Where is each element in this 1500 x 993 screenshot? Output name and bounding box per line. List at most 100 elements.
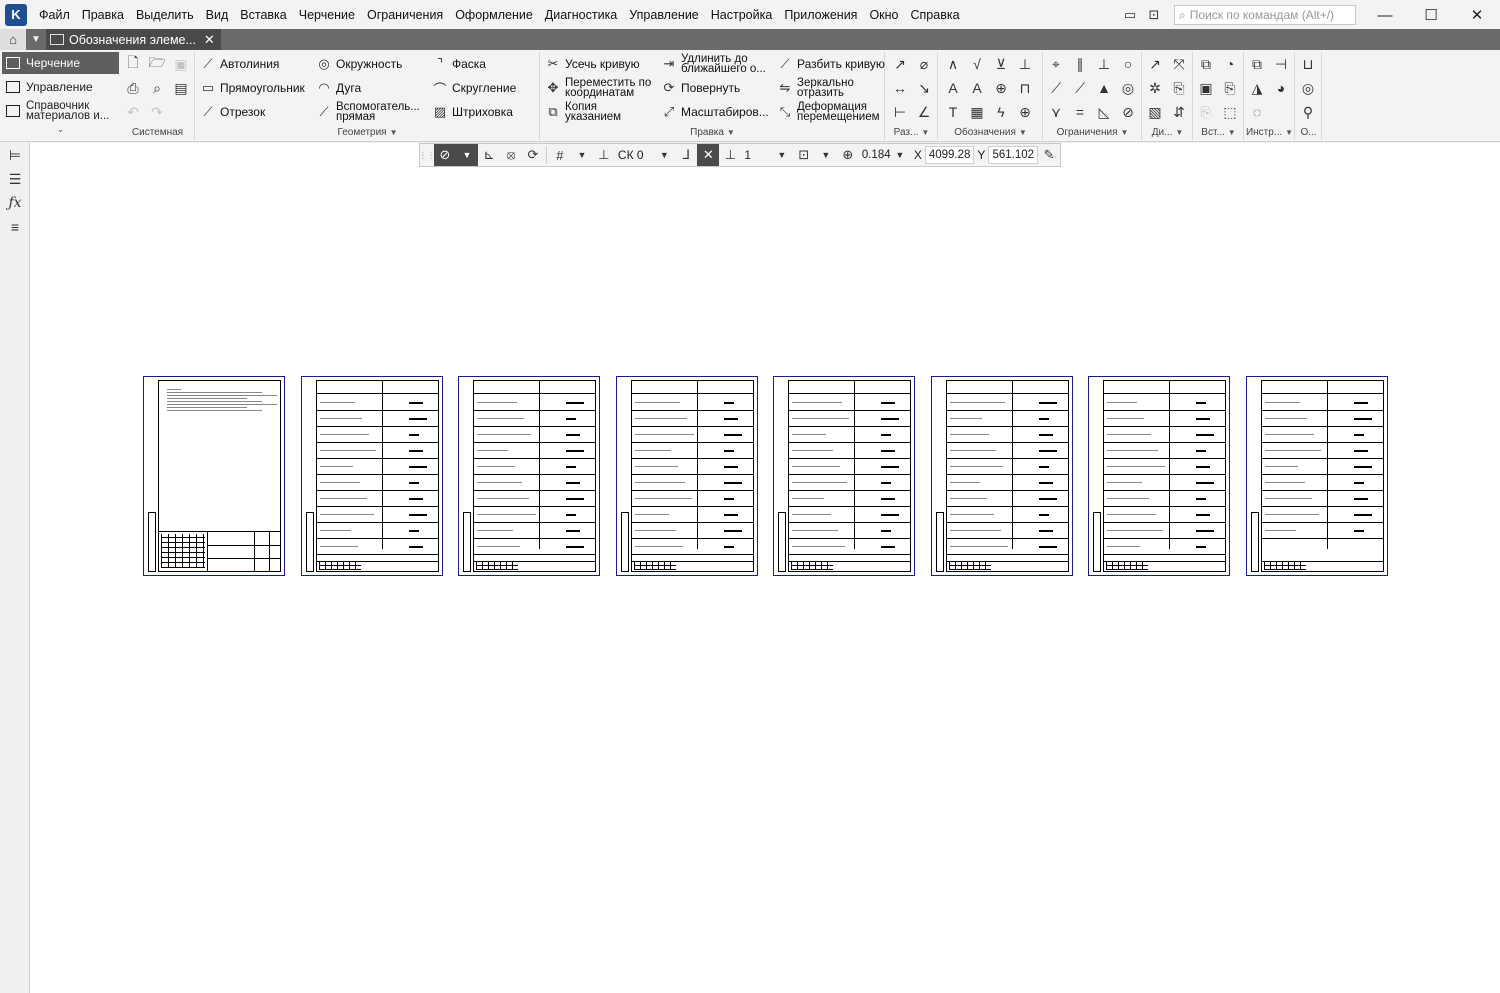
save-icon[interactable]: ▣ — [171, 54, 191, 74]
fix-point-icon[interactable]: ⌖ — [1046, 54, 1066, 74]
snap-point-icon[interactable]: ⦻ — [500, 144, 522, 166]
tangent-icon[interactable]: ○ — [1118, 54, 1138, 74]
tool-d-icon[interactable]: ◕ — [1271, 78, 1291, 98]
layout-icon[interactable]: ▭ — [1118, 4, 1142, 26]
linear-dimension-icon[interactable]: ↔ — [890, 78, 910, 98]
close-button[interactable]: ✕ — [1454, 0, 1500, 30]
variables-icon[interactable]: ƒx — [0, 191, 30, 215]
menu-edit[interactable]: Правка — [76, 0, 130, 30]
option-b-icon[interactable]: ◎ — [1298, 78, 1318, 98]
preview-icon[interactable]: ⌕ — [147, 78, 167, 98]
symmetry-icon[interactable]: ⋎ — [1046, 102, 1066, 122]
angle-dimension-icon[interactable]: ∠ — [914, 102, 934, 122]
document-tab[interactable]: Обозначения элеме... ✕ — [46, 29, 221, 50]
weld-icon[interactable]: ϟ — [991, 102, 1011, 122]
drawing-sheet[interactable] — [458, 376, 600, 576]
trim-curve-button[interactable]: ✂ Усечь кривую — [545, 56, 640, 72]
zoom-value[interactable]: 0.184 — [859, 149, 891, 161]
menu-design[interactable]: Оформление — [449, 0, 539, 30]
tool-b-icon[interactable]: ⊣ — [1271, 54, 1291, 74]
diagnostic-b-icon[interactable]: ⤧ — [1169, 54, 1189, 74]
deform-button[interactable]: ⤡ Деформация перемещением — [777, 101, 880, 123]
horizontal-icon[interactable]: ▲ — [1094, 78, 1114, 98]
extend-button[interactable]: ⇥ Удлинить до ближайшего о... — [661, 53, 766, 75]
fix-length-icon[interactable]: ⟋ — [1046, 78, 1066, 98]
split-curve-button[interactable]: ⟋ Разбить кривую — [777, 56, 884, 72]
segment-button[interactable]: ⟋ Отрезок — [200, 104, 265, 120]
redo-icon[interactable]: ↷ — [147, 102, 167, 122]
snap-dropdown-icon[interactable]: ▼ — [456, 144, 478, 166]
command-search-input[interactable]: ⌕ Поиск по командам (Alt+/) — [1174, 5, 1356, 25]
angle-constraint-icon[interactable]: ◺ — [1094, 102, 1114, 122]
layer-icon[interactable]: ⊥ — [719, 144, 741, 166]
insert-object-icon[interactable]: ⎘ — [1220, 78, 1240, 98]
print-icon[interactable]: ⎙ — [123, 78, 143, 98]
tab-close-icon[interactable]: ✕ — [204, 32, 215, 48]
menu-file[interactable]: Файл — [33, 0, 76, 30]
rectangle-button[interactable]: ▭ Прямоугольник — [200, 80, 305, 96]
coord-system-icon[interactable]: ⊥ — [593, 144, 615, 166]
insert-link-icon[interactable]: ⎘ — [1196, 102, 1216, 122]
menu-drawing[interactable]: Черчение — [293, 0, 361, 30]
view-arrow-icon[interactable]: ⊕ — [991, 78, 1011, 98]
insert-view-icon[interactable]: ◔ — [1220, 54, 1240, 74]
menu-diagnostics[interactable]: Диагностика — [539, 0, 623, 30]
x-coord-field[interactable]: 4099.28 — [924, 146, 975, 164]
radial-dimension-icon[interactable]: ↘ — [914, 78, 934, 98]
layers-icon[interactable]: ≡ — [0, 215, 30, 239]
show-snap-icon[interactable]: ⟳ — [522, 144, 544, 166]
zoom-frame-icon[interactable]: ⊡ — [793, 144, 815, 166]
open-folder-icon[interactable]: 🗁 — [147, 54, 167, 74]
text-icon[interactable]: T — [943, 102, 963, 122]
equal-icon[interactable]: = — [1070, 102, 1090, 122]
drawing-sheet[interactable] — [773, 376, 915, 576]
diagnostic-f-icon[interactable]: ⇵ — [1169, 102, 1189, 122]
aux-line-button[interactable]: ⟋ Вспомогатель... прямая — [316, 101, 419, 123]
point-on-curve-icon[interactable]: ⊘ — [1118, 102, 1138, 122]
tool-c-icon[interactable]: ◮ — [1247, 78, 1267, 98]
save-as-icon[interactable]: ▤ — [171, 78, 191, 98]
parallel-icon[interactable]: ∥ — [1070, 54, 1090, 74]
grid-dropdown-icon[interactable]: ▼ — [571, 144, 593, 166]
mode-reference[interactable]: Справочник материалов и... — [2, 100, 119, 122]
new-file-icon[interactable]: 🗋 — [123, 54, 143, 74]
scale-button[interactable]: ⤢ Масштабиров... — [661, 104, 769, 120]
drawing-sheet[interactable] — [931, 376, 1073, 576]
leader-icon[interactable]: ∧ — [943, 54, 963, 74]
diameter-dimension-icon[interactable]: ⌀ — [914, 54, 934, 74]
rotate-button[interactable]: ⟳ Повернуть — [661, 80, 741, 96]
diagnostic-c-icon[interactable]: ✲ — [1145, 78, 1165, 98]
app-logo-icon[interactable]: K — [5, 3, 27, 26]
minimize-button[interactable]: — — [1362, 0, 1408, 30]
auto-dimension-icon[interactable]: ↗ — [890, 54, 910, 74]
menu-settings[interactable]: Настройка — [705, 0, 779, 30]
diagnostic-a-icon[interactable]: ↗ — [1145, 54, 1165, 74]
drawing-sheet[interactable] — [301, 376, 443, 576]
drawing-sheet[interactable] — [1246, 376, 1388, 576]
option-c-icon[interactable]: ⚲ — [1298, 102, 1318, 122]
modes-expand-icon[interactable]: ⌄ — [2, 124, 119, 135]
properties-icon[interactable]: ☰ — [0, 167, 30, 191]
zoom-dropdown-icon[interactable]: ▼ — [889, 144, 911, 166]
insert-fragment-icon[interactable]: ⧉ — [1196, 54, 1216, 74]
y-coord-field[interactable]: 561.102 — [988, 146, 1039, 164]
menu-applications[interactable]: Приложения — [778, 0, 863, 30]
diagnostic-d-icon[interactable]: ⎘ — [1169, 78, 1189, 98]
menu-view[interactable]: Вид — [200, 0, 235, 30]
hatch-button[interactable]: ▨ Штриховка — [432, 104, 513, 120]
menu-management[interactable]: Управление — [623, 0, 705, 30]
ortho-icon[interactable]: ⅃ — [675, 144, 697, 166]
eyedropper-icon[interactable]: ✎ — [1038, 144, 1060, 166]
maximize-button[interactable]: ☐ — [1408, 0, 1454, 30]
base-icon[interactable]: ⊻ — [991, 54, 1011, 74]
underlined-text-icon[interactable]: A — [967, 78, 987, 98]
snap-toggle-icon[interactable]: ⊘ — [434, 144, 456, 166]
menu-window[interactable]: Окно — [863, 0, 904, 30]
mirror-button[interactable]: ⇋ Зеркально отразить — [777, 77, 854, 99]
tree-icon[interactable]: ⊨ — [0, 143, 30, 167]
tool-a-icon[interactable]: ⧉ — [1247, 54, 1267, 74]
roughness-icon[interactable]: √ — [967, 54, 987, 74]
copy-button[interactable]: ⧉ Копия указанием — [545, 101, 621, 123]
drawing-sheet[interactable] — [143, 376, 285, 576]
perpendicular-icon[interactable]: ⊥ — [1094, 54, 1114, 74]
